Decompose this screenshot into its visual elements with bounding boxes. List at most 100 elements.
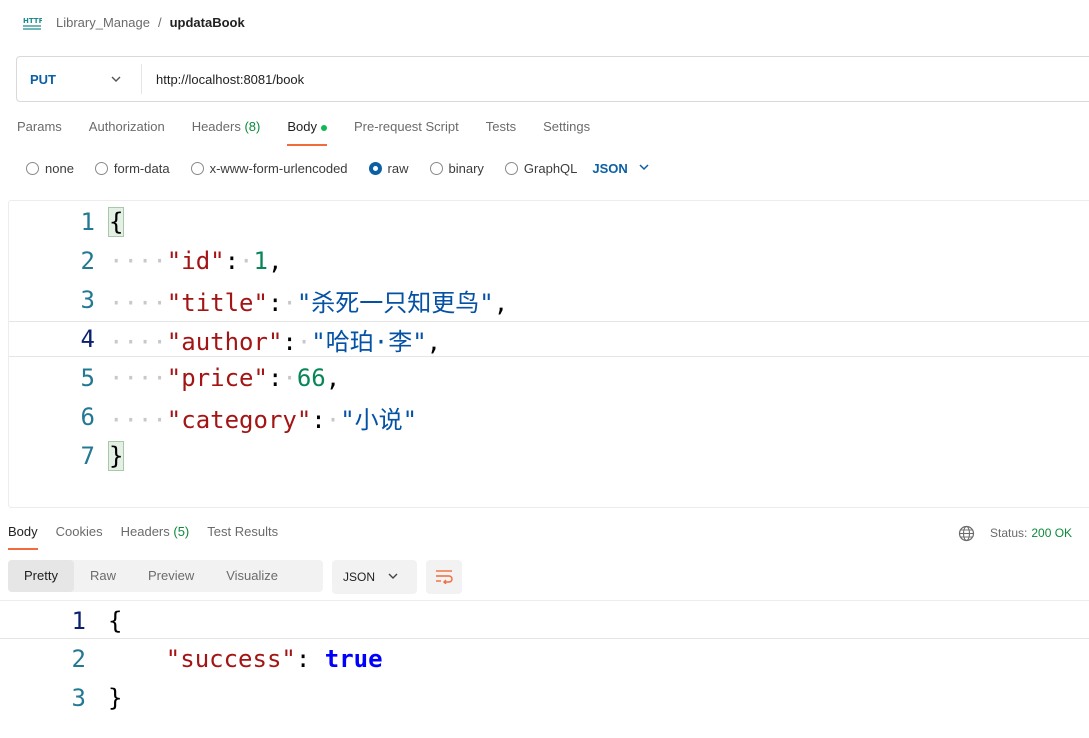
radio-circle[interactable] — [94, 161, 108, 175]
response-body-viewer[interactable]: 1 { 2 "success": true 3 } — [0, 600, 1089, 738]
radio-circle[interactable] — [190, 161, 204, 175]
method-divider — [141, 64, 142, 94]
close-brace: } — [107, 441, 125, 471]
tab-tests[interactable]: Tests — [486, 118, 516, 146]
line-number: 6 — [80, 403, 95, 431]
chevron-down-icon — [387, 570, 399, 585]
body-format-select[interactable]: JSON — [592, 161, 649, 176]
json-key: "id" — [166, 247, 225, 275]
tab-label: Body — [287, 119, 317, 134]
response-format-label: JSON — [343, 570, 376, 584]
body-format-label: JSON — [592, 160, 628, 176]
tab-label: Headers — [191, 119, 241, 134]
open-brace: { — [108, 606, 123, 635]
tab-label: Headers — [120, 524, 170, 539]
line-number: 3 — [80, 286, 95, 314]
radio-circle[interactable] — [26, 161, 39, 175]
tab-label: Pre-request Script — [353, 119, 459, 134]
request-tabs: Params Authorization Headers (8) Body Pr… — [17, 118, 617, 148]
tab-label: Authorization — [88, 119, 165, 134]
code-line: 1 { — [9, 204, 1089, 240]
svg-text:HTTP: HTTP — [23, 17, 42, 25]
status-code[interactable]: 200 OK — [1031, 526, 1072, 540]
radio-circle[interactable] — [429, 161, 443, 175]
code-line: 7 } — [9, 438, 1089, 474]
line-number: 3 — [71, 684, 86, 712]
radio-none[interactable]: none — [26, 161, 74, 176]
response-format-select[interactable]: JSON — [332, 560, 417, 594]
json-value: "哈珀·李" — [311, 327, 427, 356]
radio-raw[interactable]: raw — [368, 160, 409, 176]
line-number: 1 — [71, 606, 86, 635]
json-value: "杀死一只知更鸟" — [296, 288, 494, 317]
headers-count: (8) — [244, 119, 261, 134]
tab-cookies[interactable]: Cookies — [56, 523, 103, 550]
radio-label: form-data — [113, 160, 170, 176]
body-indicator-dot — [320, 124, 327, 131]
json-value: 66 — [296, 364, 326, 392]
tab-pre-request-script[interactable]: Pre-request Script — [354, 118, 459, 146]
tab-response-headers[interactable]: Headers (5) — [121, 523, 190, 550]
radio-circle[interactable] — [504, 161, 518, 175]
radio-circle-checked[interactable] — [368, 161, 382, 175]
view-raw[interactable]: Raw — [74, 560, 132, 592]
tab-label: Tests — [485, 119, 517, 134]
json-key: "category" — [166, 405, 312, 434]
json-value: true — [324, 645, 383, 673]
radio-x-www-form-urlencoded[interactable]: x-www-form-urlencoded — [190, 160, 348, 176]
close-brace: } — [108, 684, 123, 712]
radio-label: raw — [387, 160, 409, 176]
method-select[interactable]: PUT — [17, 57, 141, 101]
tab-settings[interactable]: Settings — [543, 118, 590, 146]
code-line: 1 { — [0, 603, 1089, 639]
radio-form-data[interactable]: form-data — [94, 160, 170, 176]
tab-label: Test Results — [207, 524, 279, 539]
code-line-current: 4 ····"author":·"哈珀·李", — [9, 321, 1089, 357]
json-key: "author" — [166, 327, 283, 356]
view-preview[interactable]: Preview — [132, 560, 210, 592]
breadcrumb: HTTP Library_Manage / updataBook — [22, 11, 245, 33]
radio-label: binary — [448, 160, 484, 176]
body-type-options: none form-data x-www-form-urlencoded raw… — [26, 158, 650, 178]
line-number: 5 — [80, 364, 95, 392]
tab-label: Settings — [543, 119, 591, 134]
request-name[interactable]: updataBook — [170, 15, 245, 30]
tab-response-body[interactable]: Body — [8, 523, 38, 550]
code-line: 2 "success": true — [0, 641, 1089, 677]
breadcrumb-collection[interactable]: Library_Manage — [56, 15, 150, 30]
json-key: "price" — [166, 364, 268, 392]
code-line: 3 } — [0, 680, 1089, 716]
tab-label: Body — [8, 524, 38, 539]
response-view-modes: Pretty Raw Preview Visualize — [8, 560, 323, 592]
line-number: 4 — [80, 325, 95, 353]
tab-label: Cookies — [55, 524, 103, 539]
tab-params[interactable]: Params — [17, 118, 62, 146]
radio-graphql[interactable]: GraphQL — [504, 160, 578, 176]
headers-count: (5) — [173, 524, 190, 539]
tab-body[interactable]: Body — [287, 118, 327, 146]
globe-icon[interactable] — [958, 525, 975, 542]
chevron-down-icon — [110, 73, 122, 88]
tab-authorization[interactable]: Authorization — [89, 118, 165, 146]
view-visualize[interactable]: Visualize — [210, 560, 294, 592]
line-number: 2 — [71, 645, 86, 673]
status-label: Status: — [990, 526, 1028, 540]
radio-binary[interactable]: binary — [429, 160, 484, 176]
method-label: PUT — [30, 71, 56, 87]
line-number: 2 — [80, 247, 95, 275]
url-input[interactable] — [156, 71, 956, 87]
tab-headers[interactable]: Headers (8) — [192, 118, 261, 146]
wrap-lines-button[interactable] — [426, 560, 462, 594]
request-body-editor[interactable]: 1 { 2 ····"id":·1, 3 ····"title":·"杀死一只知… — [8, 200, 1089, 508]
tab-test-results[interactable]: Test Results — [207, 523, 278, 550]
code-line: 3 ····"title":·"杀死一只知更鸟", — [9, 282, 1089, 318]
radio-label: x-www-form-urlencoded — [209, 160, 348, 176]
json-key: "success" — [165, 645, 296, 673]
breadcrumb-separator: / — [157, 14, 162, 30]
radio-label: GraphQL — [523, 160, 578, 176]
view-pretty[interactable]: Pretty — [8, 560, 74, 592]
chevron-down-icon — [638, 161, 650, 176]
json-key: "title" — [166, 288, 268, 317]
url-bar: PUT — [16, 56, 1089, 102]
response-status: Status: 200 OK — [958, 523, 1072, 543]
